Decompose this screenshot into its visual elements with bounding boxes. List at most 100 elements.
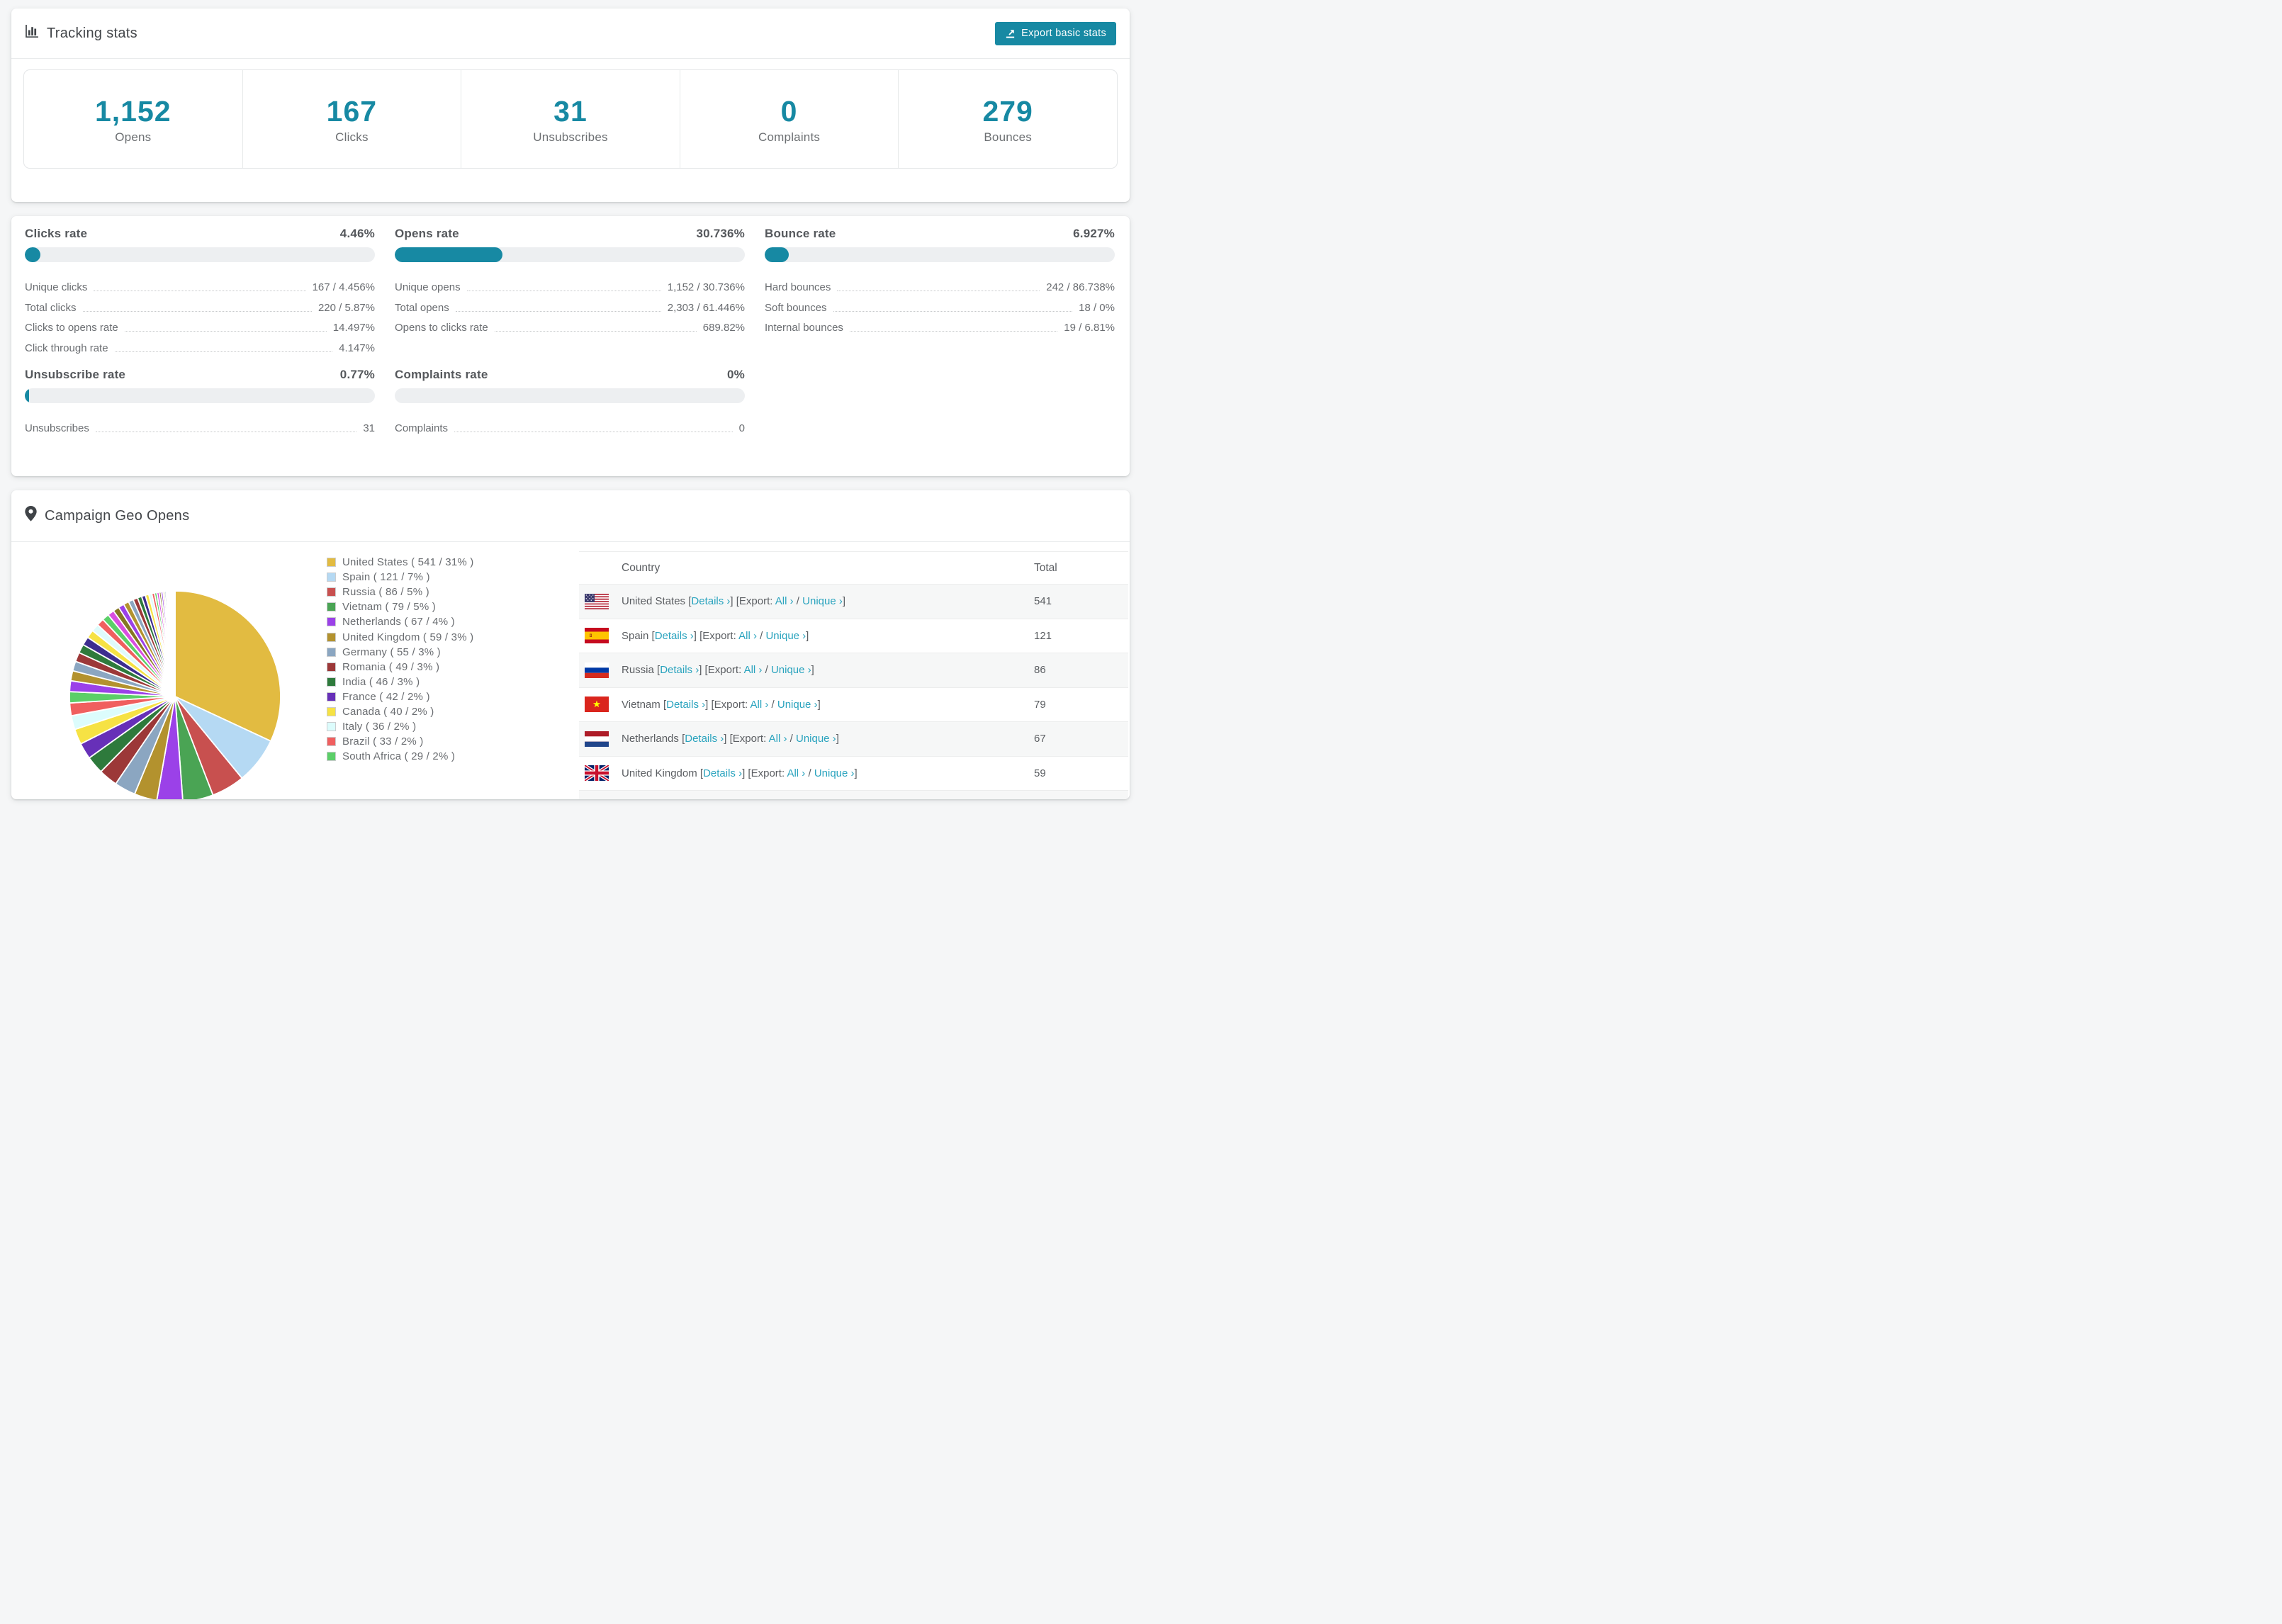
rate-value: 0.77%: [339, 367, 375, 381]
export-all-link[interactable]: All ›: [738, 630, 757, 642]
metric-row: Total clicks 220 / 5.87%: [25, 295, 375, 315]
rate-block-clicks-rate: Clicks rate 4.46% Unique clicks 167 / 4.456…: [25, 226, 375, 356]
export-unique-link[interactable]: Unique ›: [765, 630, 806, 642]
dotted-leader: [833, 310, 1073, 312]
legend-item: Brazil ( 33 / 2% ): [327, 734, 474, 749]
stats-summary-row: 1,152 Opens 167 Clicks 31 Unsubscribes 0…: [23, 69, 1118, 169]
metric-value: 0: [738, 422, 745, 434]
legend-label: Russia ( 86 / 5% ): [342, 586, 429, 599]
stat-opens: 1,152 Opens: [24, 70, 242, 168]
rate-value: 0%: [727, 367, 745, 381]
progress-bar-fill: [765, 247, 789, 262]
legend-swatch: [327, 752, 336, 762]
country-column-header: Country: [622, 562, 661, 574]
bracket: ] [Export:: [699, 664, 744, 676]
details-link[interactable]: Details ›: [703, 767, 742, 779]
metric-row: Complaints 0: [395, 416, 745, 436]
country-name: Vietnam: [622, 698, 661, 711]
metric-value: 4.147%: [339, 342, 375, 354]
country-name: Netherlands: [622, 733, 679, 745]
metric-value: 2,303 / 61.446%: [667, 301, 745, 314]
slash: /: [793, 595, 803, 607]
legend-label: Canada ( 40 / 2% ): [342, 705, 434, 718]
metric-row: Soft bounces 18 / 0%: [765, 295, 1115, 315]
legend-label: India ( 46 / 3% ): [342, 675, 420, 688]
export-all-link[interactable]: All ›: [769, 733, 787, 745]
stat-clicks-value: 167: [326, 95, 378, 128]
details-link[interactable]: Details ›: [691, 595, 730, 607]
pie-slice-other-40[interactable]: [174, 590, 176, 697]
legend-label: Germany ( 55 / 3% ): [342, 645, 441, 658]
legend-swatch: [327, 706, 336, 716]
legend-item: Italy ( 36 / 2% ): [327, 719, 474, 734]
flag-icon-gb: [585, 765, 609, 781]
stat-complaints-label: Complaints: [758, 130, 821, 144]
metric-row: Internal bounces 19 / 6.81%: [765, 315, 1115, 335]
legend-label: United Kingdom ( 59 / 3% ): [342, 631, 474, 643]
legend-label: Brazil ( 33 / 2% ): [342, 735, 424, 748]
legend-item: South Africa ( 29 / 2% ): [327, 749, 474, 764]
metric-label: Soft bounces: [765, 301, 827, 314]
slash: /: [805, 767, 814, 779]
total-column-header: Total: [1034, 562, 1057, 574]
country-total: 121: [1034, 629, 1052, 642]
stat-opens-value: 1,152: [94, 95, 172, 128]
table-row: Netherlands [Details ›] [Export: All › /…: [579, 721, 1128, 756]
rate-title: Opens rate: [395, 227, 459, 240]
rate-block-complaints-rate: Complaints rate 0% Complaints 0: [395, 367, 745, 436]
metric-label: Click through rate: [25, 342, 108, 354]
bracket: ] [Export:: [730, 595, 775, 607]
dotted-leader: [455, 310, 661, 312]
stat-unsubscribes: 31 Unsubscribes: [461, 70, 680, 168]
export-basic-stats-button[interactable]: Export basic stats: [995, 21, 1116, 45]
tracking-stats-header: Tracking stats Export basic stats: [11, 9, 1130, 59]
export-unique-link[interactable]: Unique ›: [796, 733, 836, 745]
details-link[interactable]: Details ›: [660, 664, 699, 676]
export-unique-link[interactable]: Unique ›: [777, 699, 818, 711]
table-row: Spain [Details ›] [Export: All › / Uniqu…: [579, 618, 1128, 653]
country-name: United Kingdom: [622, 767, 697, 779]
legend-swatch: [327, 722, 336, 732]
rates-card: Clicks rate 4.46% Unique clicks 167 / 4.456…: [11, 216, 1130, 476]
legend-swatch: [327, 737, 336, 747]
dotted-leader: [124, 331, 327, 332]
metric-label: Unsubscribes: [25, 422, 89, 434]
slash: /: [756, 629, 766, 642]
details-link[interactable]: Details ›: [666, 699, 705, 711]
slash: /: [762, 664, 771, 676]
export-all-link[interactable]: All ›: [775, 595, 794, 607]
details-link[interactable]: Details ›: [655, 630, 694, 642]
geo-body: United States ( 541 / 31% ) Spain ( 121 /…: [11, 542, 1130, 799]
dotted-leader: [82, 310, 312, 312]
metric-label: Total opens: [395, 301, 449, 314]
metric-label: Hard bounces: [765, 281, 831, 294]
stat-complaints-value: 0: [780, 95, 798, 128]
legend-label: Romania ( 49 / 3% ): [342, 660, 440, 673]
rate-block-bounce-rate: Bounce rate 6.927% Hard bounces 242 / 86.73…: [765, 226, 1115, 356]
legend-item: United Kingdom ( 59 / 3% ): [327, 629, 474, 644]
progress-bar-fill: [25, 247, 41, 262]
metric-value: 1,152 / 30.736%: [667, 281, 745, 294]
export-unique-link[interactable]: Unique ›: [771, 664, 811, 676]
metric-value: 18 / 0%: [1079, 301, 1115, 314]
stat-complaints: 0 Complaints: [679, 70, 899, 168]
metric-label: Total clicks: [25, 301, 77, 314]
rate-value: 30.736%: [696, 227, 745, 240]
country-name: Russia: [622, 664, 654, 676]
export-unique-link[interactable]: Unique ›: [802, 595, 843, 607]
rate-title: Complaints rate: [395, 367, 488, 381]
metric-row: Opens to clicks rate 689.82%: [395, 315, 745, 335]
export-all-link[interactable]: All ›: [787, 767, 805, 779]
bracket: ]: [836, 733, 839, 745]
rate-value: 6.927%: [1073, 227, 1115, 240]
legend-swatch: [327, 632, 336, 642]
progress-bar: [25, 247, 375, 262]
export-unique-link[interactable]: Unique ›: [814, 767, 855, 779]
bar-chart-icon: [25, 24, 39, 43]
details-link[interactable]: Details ›: [685, 733, 724, 745]
country-name: United States: [622, 595, 686, 607]
export-all-link[interactable]: All ›: [744, 664, 763, 676]
export-all-link[interactable]: All ›: [751, 699, 769, 711]
dotted-leader: [494, 331, 697, 332]
progress-bar: [395, 388, 745, 403]
